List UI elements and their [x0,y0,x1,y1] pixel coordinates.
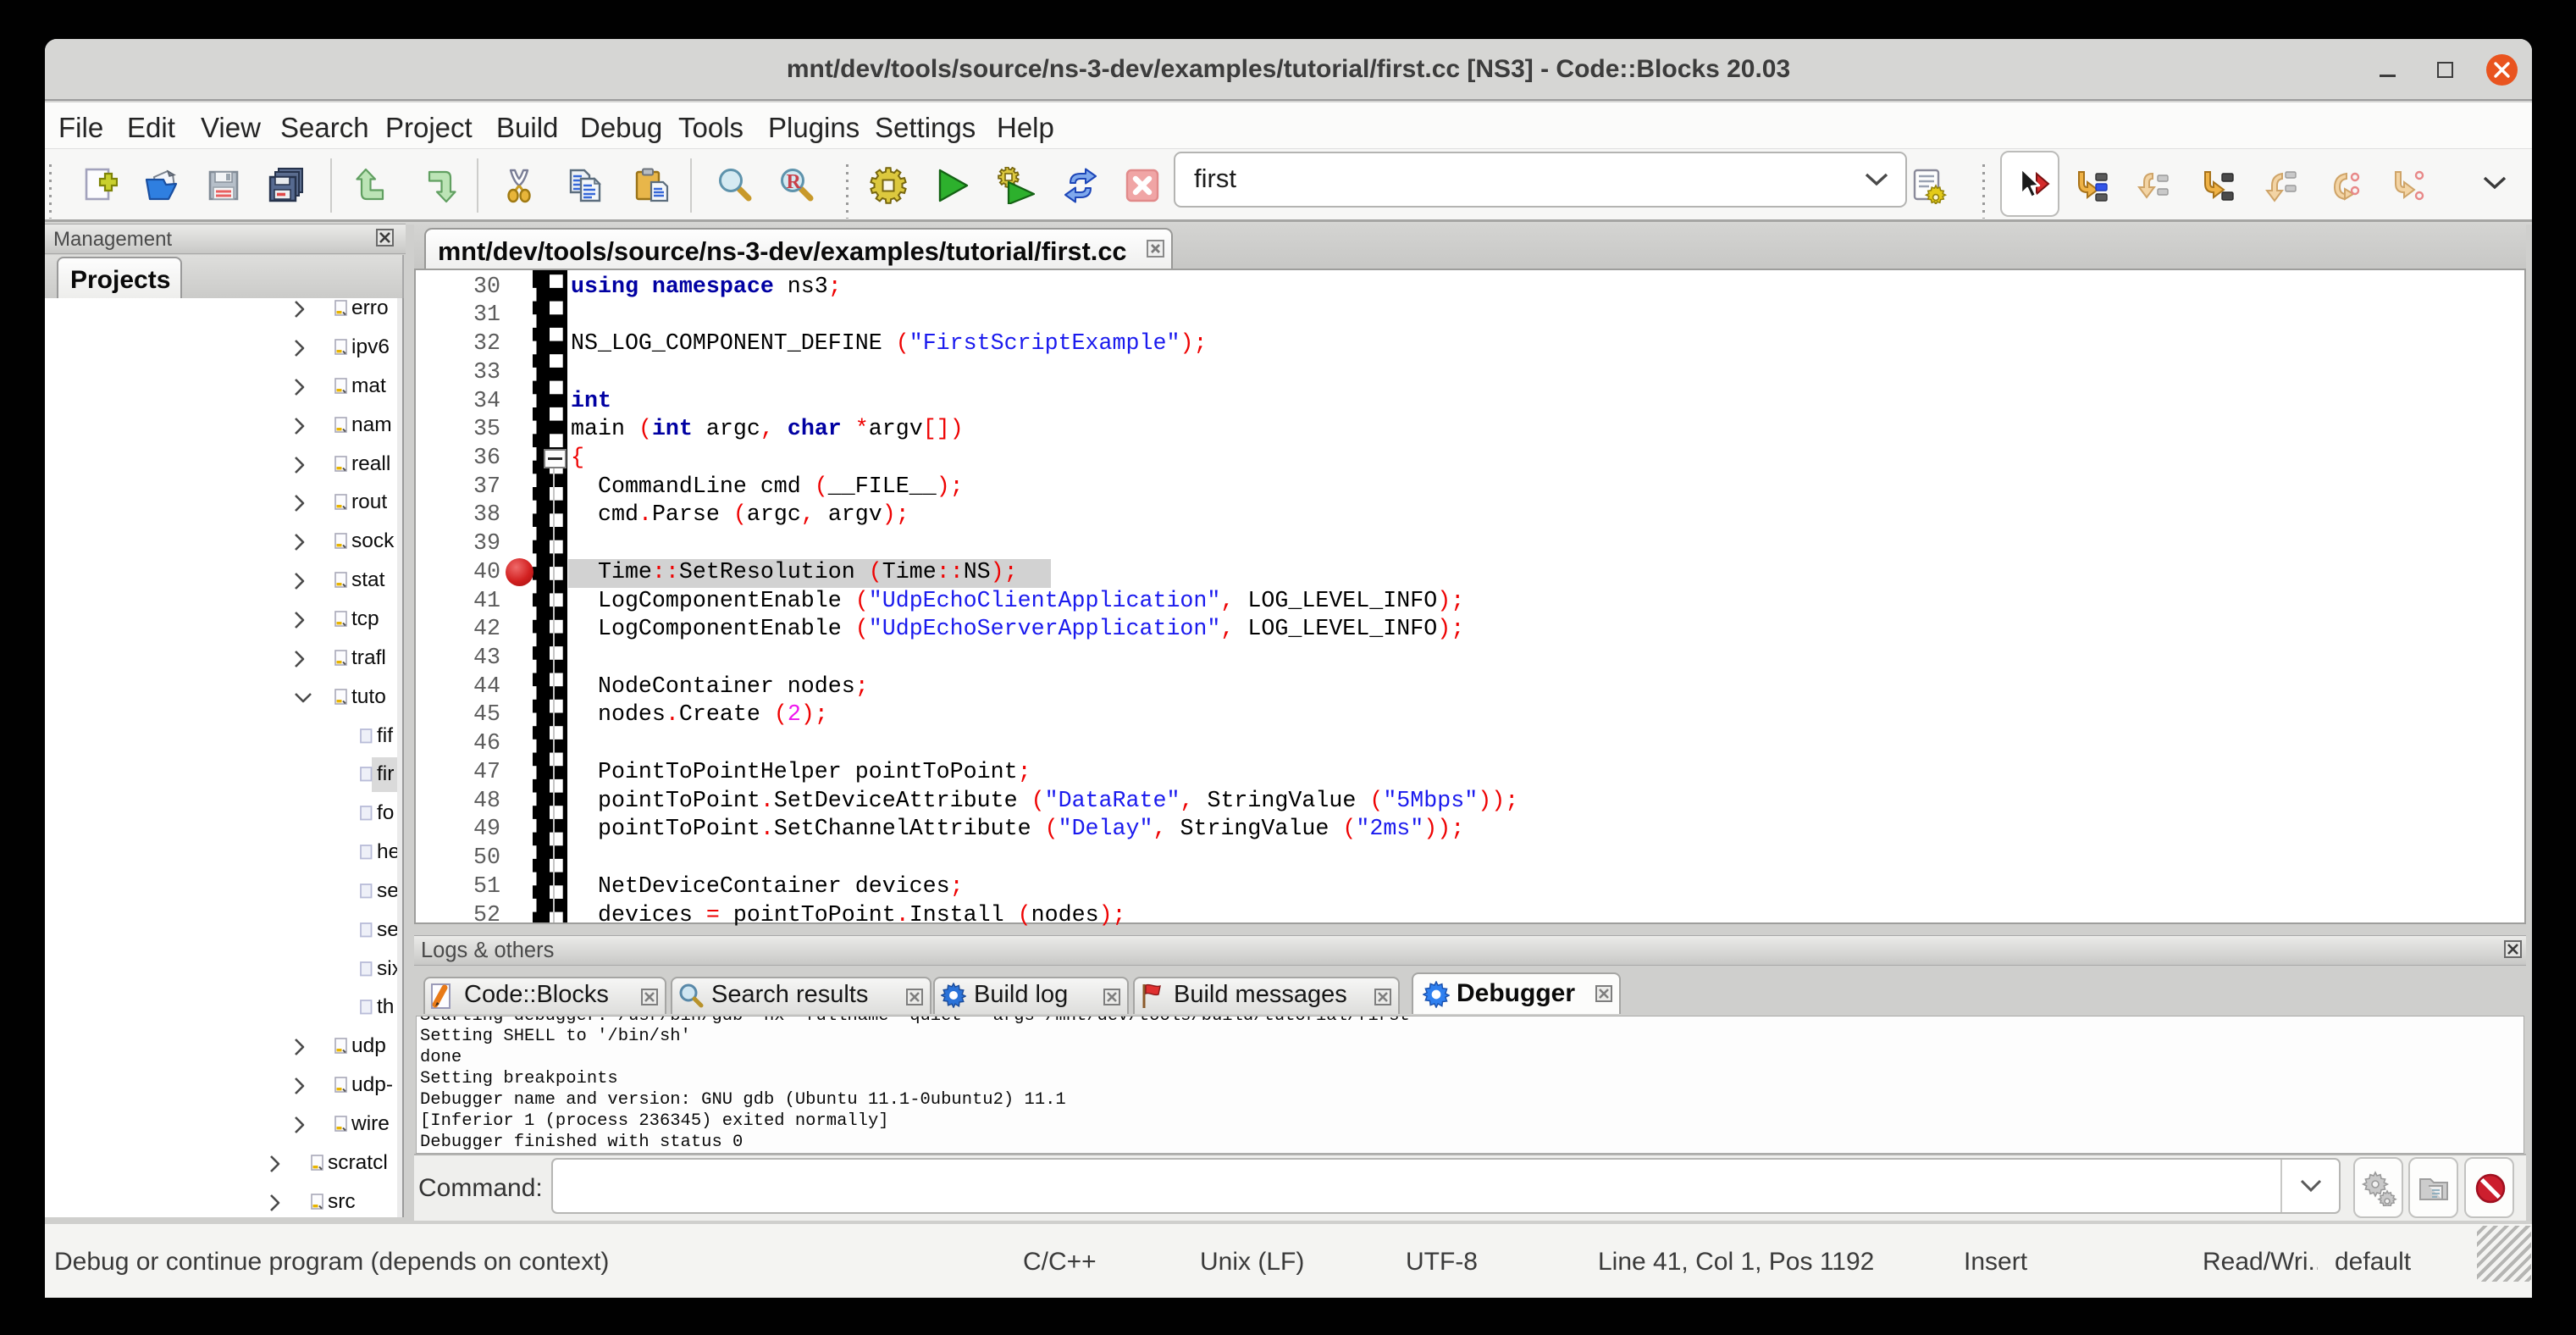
svg-text:R: R [787,171,802,193]
